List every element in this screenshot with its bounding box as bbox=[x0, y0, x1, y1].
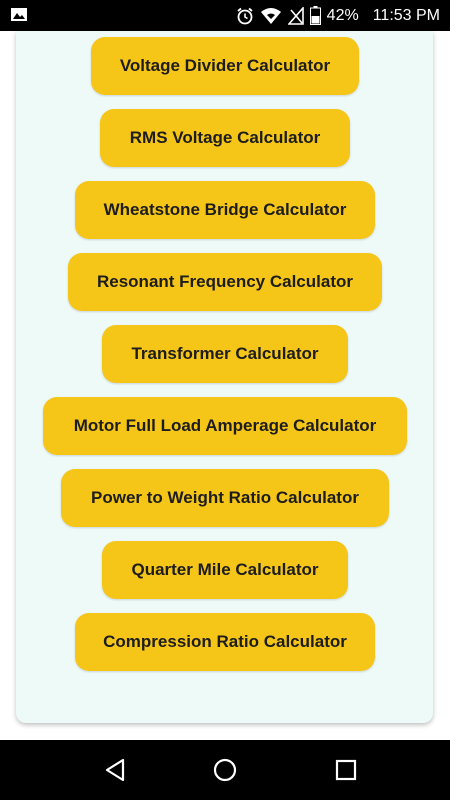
motor-full-load-amperage-calculator-button[interactable]: Motor Full Load Amperage Calculator bbox=[43, 397, 407, 455]
wifi-icon bbox=[260, 7, 282, 25]
alarm-icon bbox=[236, 7, 254, 25]
back-icon[interactable] bbox=[100, 755, 130, 785]
image-notification-icon bbox=[10, 7, 28, 22]
voltage-divider-calculator-button[interactable]: Voltage Divider Calculator bbox=[91, 37, 359, 95]
home-icon[interactable] bbox=[210, 755, 240, 785]
resonant-frequency-calculator-button[interactable]: Resonant Frequency Calculator bbox=[68, 253, 382, 311]
power-to-weight-ratio-calculator-button[interactable]: Power to Weight Ratio Calculator bbox=[61, 469, 389, 527]
no-sim-icon bbox=[287, 6, 304, 25]
battery-icon bbox=[309, 6, 321, 25]
rms-voltage-calculator-button[interactable]: RMS Voltage Calculator bbox=[100, 109, 350, 167]
transformer-calculator-button[interactable]: Transformer Calculator bbox=[102, 325, 348, 383]
clock: 11:53 PM bbox=[372, 6, 440, 24]
navigation-bar bbox=[0, 740, 450, 800]
wheatstone-bridge-calculator-button[interactable]: Wheatstone Bridge Calculator bbox=[75, 181, 375, 239]
quarter-mile-calculator-button[interactable]: Quarter Mile Calculator bbox=[102, 541, 348, 599]
status-icons: 42% 11:53 PM bbox=[236, 0, 440, 31]
status-bar: 42% 11:53 PM bbox=[0, 0, 450, 31]
battery-percent: 42% bbox=[326, 6, 359, 24]
recents-icon[interactable] bbox=[331, 755, 361, 785]
compression-ratio-calculator-button[interactable]: Compression Ratio Calculator bbox=[75, 613, 375, 671]
